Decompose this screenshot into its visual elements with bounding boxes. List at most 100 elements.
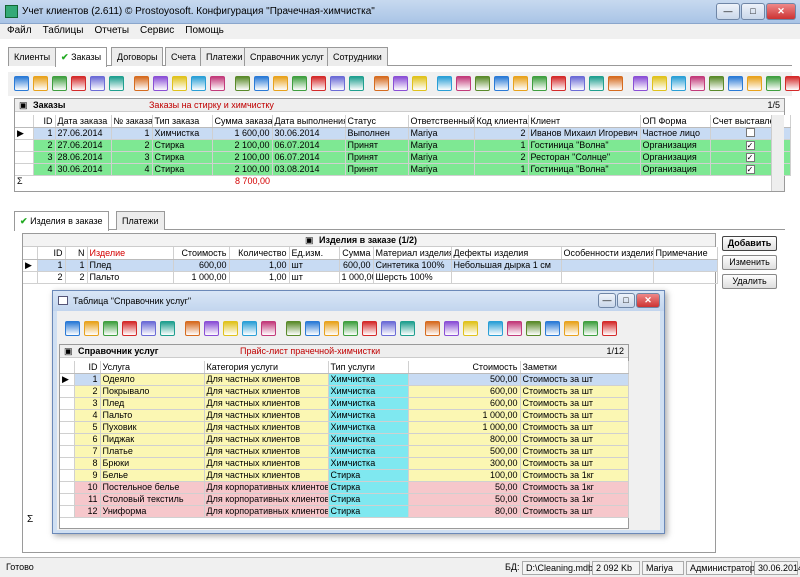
toolbar-icon[interactable] [52, 76, 67, 91]
toolbar-icon[interactable] [286, 321, 301, 336]
toolbar-icon[interactable] [343, 321, 358, 336]
toolbar-icon[interactable] [532, 76, 547, 91]
table-cell[interactable]: Небольшая дырка 1 см [451, 259, 562, 272]
table-cell[interactable]: 8 [74, 457, 101, 470]
table-cell[interactable]: Организация [640, 139, 711, 152]
table-cell[interactable]: Принят [345, 139, 409, 152]
table-row[interactable]: 6 Пиджак Для частных клиентов Химчистка 800,… [60, 433, 629, 446]
table-cell[interactable]: 1 [111, 127, 153, 140]
col-header[interactable]: Примечание [653, 247, 718, 260]
collapse-icon[interactable]: ▣ [305, 235, 314, 246]
table-cell[interactable]: 3 [33, 151, 56, 164]
table-cell[interactable]: Униформа [100, 505, 205, 518]
toolbar-icon[interactable] [292, 76, 307, 91]
table-cell[interactable]: Mariya [408, 127, 475, 140]
toolbar-icon[interactable] [90, 76, 105, 91]
table-cell[interactable]: 7 [74, 445, 101, 458]
menu-tables[interactable]: Таблицы [36, 24, 88, 36]
table-cell[interactable]: Пальто [87, 271, 174, 284]
table-cell[interactable]: 100,00 [408, 469, 521, 482]
table-cell[interactable]: Для частных клиентов [204, 457, 329, 470]
col-header[interactable]: ОП Форма [640, 115, 711, 128]
toolbar-icon[interactable] [785, 76, 800, 91]
table-cell[interactable]: 30.06.2014 [272, 127, 346, 140]
toolbar-icon[interactable] [223, 321, 238, 336]
toolbar-icon[interactable] [242, 321, 257, 336]
toolbar-icon[interactable] [84, 321, 99, 336]
toolbar-icon[interactable] [400, 321, 415, 336]
col-header[interactable]: Дата выполнения [272, 115, 346, 128]
table-cell[interactable]: 27.06.2014 [55, 127, 112, 140]
col-header[interactable]: Клиент [528, 115, 641, 128]
tab-item-payments[interactable]: Платежи [116, 211, 165, 230]
table-cell[interactable]: Плед [87, 259, 174, 272]
table-cell[interactable]: Для частных клиентов [204, 469, 329, 482]
toolbar-icon[interactable] [362, 321, 377, 336]
dialog-titlebar[interactable]: Таблица "Справочник услуг" — □ ✕ [53, 291, 664, 311]
table-cell[interactable]: 27.06.2014 [55, 139, 112, 152]
table-cell[interactable]: Стоимость за шт [520, 373, 629, 386]
table-cell[interactable]: Стирка [328, 469, 409, 482]
table-cell[interactable]: Плед [100, 397, 205, 410]
table-cell[interactable]: Белье [100, 469, 205, 482]
table-cell[interactable]: 800,00 [408, 433, 521, 446]
table-cell[interactable]: Химчистка [328, 397, 409, 410]
table-cell[interactable]: Для частных клиентов [204, 409, 329, 422]
table-cell[interactable]: Иванов Михаил Игоревич [528, 127, 641, 140]
toolbar-icon[interactable] [65, 321, 80, 336]
toolbar-icon[interactable] [425, 321, 440, 336]
toolbar-icon[interactable] [583, 321, 598, 336]
table-cell[interactable]: Стирка [152, 139, 213, 152]
collapse-icon[interactable]: ▣ [19, 100, 28, 111]
col-header[interactable]: Дефекты изделия [451, 247, 562, 260]
toolbar-icon[interactable] [273, 76, 288, 91]
table-cell[interactable]: 1 [65, 259, 88, 272]
col-header[interactable]: Стоимость [408, 361, 521, 374]
invoice-checkbox[interactable]: ✓ [745, 165, 755, 174]
toolbar-icon[interactable] [172, 76, 187, 91]
toolbar-icon[interactable] [374, 76, 389, 91]
table-cell[interactable]: 1 000,00 [408, 421, 521, 434]
toolbar-icon[interactable] [507, 321, 522, 336]
table-cell[interactable]: 80,00 [408, 505, 521, 518]
table-cell[interactable]: Химчистка [328, 445, 409, 458]
col-header[interactable]: Стоимость [173, 247, 230, 260]
table-cell[interactable]: Шерсть 100% [373, 271, 452, 284]
toolbar-icon[interactable] [141, 321, 156, 336]
minimize-button[interactable]: — [716, 3, 740, 20]
col-header[interactable]: Категория услуги [204, 361, 329, 374]
col-header[interactable]: Изделие [87, 247, 174, 260]
table-cell[interactable]: Mariya [408, 151, 475, 164]
toolbar-icon[interactable] [545, 321, 560, 336]
edit-button[interactable]: Изменить [722, 255, 777, 270]
table-cell[interactable]: 4 [111, 163, 153, 176]
toolbar-icon[interactable] [456, 76, 471, 91]
table-cell[interactable]: 2 [33, 139, 56, 152]
table-cell[interactable]: 2 [111, 139, 153, 152]
dialog-close-button[interactable]: ✕ [636, 293, 660, 308]
table-cell[interactable]: 2 [74, 385, 101, 398]
table-cell[interactable]: Стирка [328, 493, 409, 506]
toolbar-icon[interactable] [191, 76, 206, 91]
toolbar-icon[interactable] [160, 321, 175, 336]
toolbar-icon[interactable] [33, 76, 48, 91]
table-cell[interactable]: Стирка [328, 481, 409, 494]
toolbar-icon[interactable] [305, 321, 320, 336]
table-cell[interactable]: 06.07.2014 [272, 139, 346, 152]
table-cell[interactable]: Mariya [408, 139, 475, 152]
table-cell[interactable] [451, 271, 562, 284]
table-cell[interactable]: Стирка [328, 505, 409, 518]
table-row[interactable]: 11 Столовый текстиль Для корпоративных кли… [60, 493, 629, 506]
toolbar-icon[interactable] [210, 76, 225, 91]
toolbar-icon[interactable] [393, 76, 408, 91]
table-cell[interactable]: Для корпоративных клиентов [204, 481, 329, 494]
table-cell[interactable]: Гостиница "Волна" [528, 163, 641, 176]
table-cell[interactable]: 11 [74, 493, 101, 506]
table-row[interactable]: 3 Плед Для частных клиентов Химчистка 600,00… [60, 397, 629, 410]
table-cell[interactable]: Стоимость за 1кг [520, 493, 629, 506]
table-cell[interactable]: Платье [100, 445, 205, 458]
col-header[interactable]: № заказа [111, 115, 153, 128]
table-cell[interactable]: 2 [37, 271, 66, 284]
col-header[interactable]: Сумма заказа [212, 115, 273, 128]
table-cell[interactable]: Химчистка [328, 409, 409, 422]
